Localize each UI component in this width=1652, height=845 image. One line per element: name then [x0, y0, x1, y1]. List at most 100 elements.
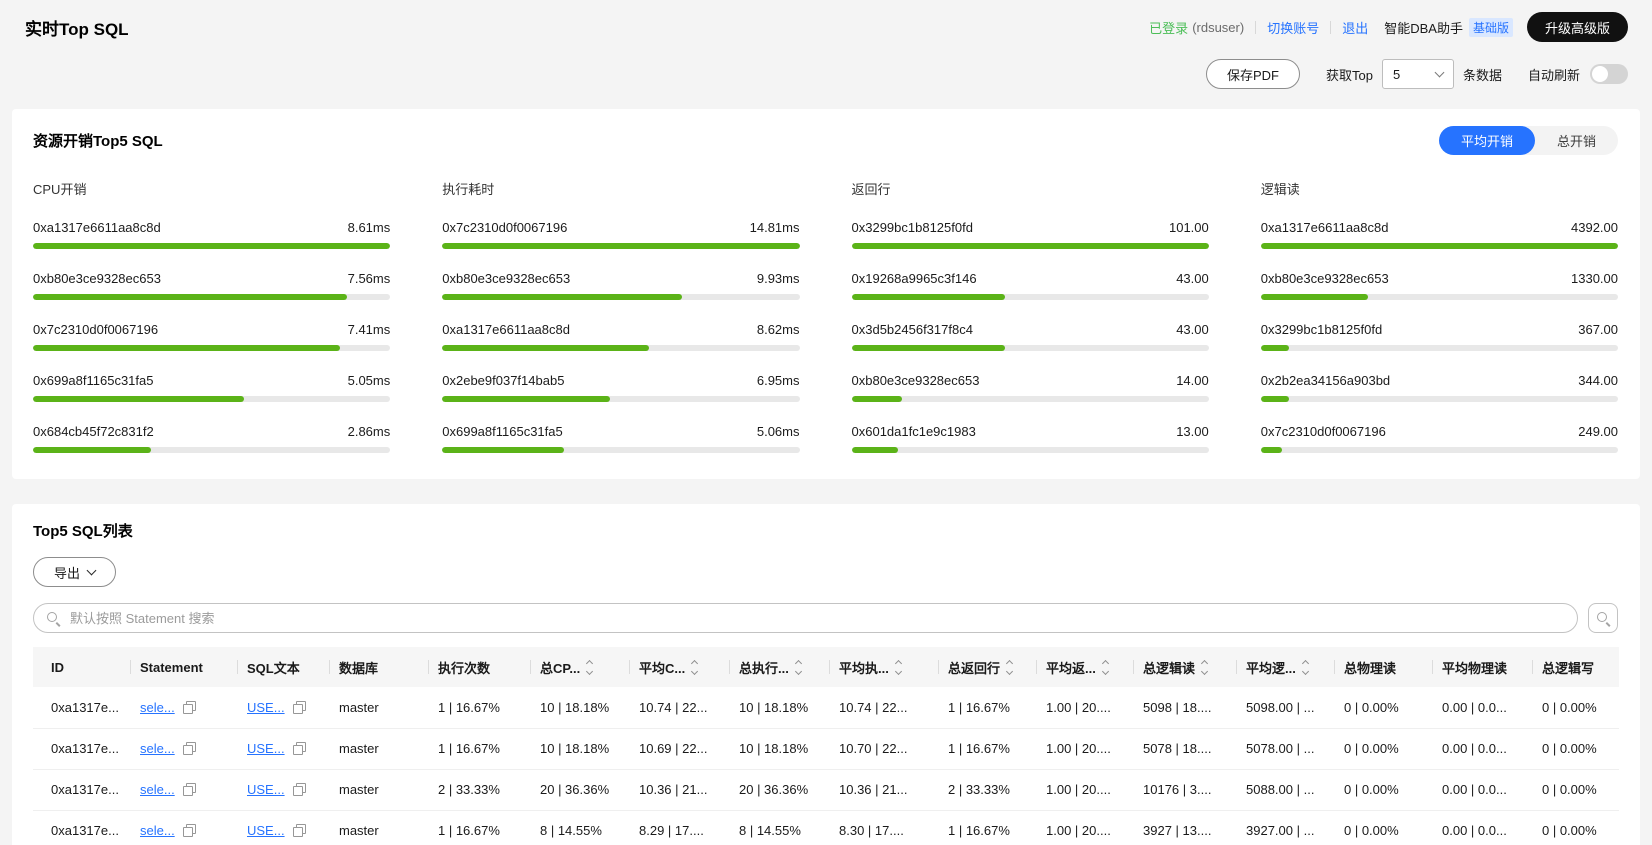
metric-row: 0xb80e3ce9328ec653 1330.00: [1261, 271, 1618, 286]
metric-cell: 1.00 | 20....: [1036, 687, 1133, 729]
metric-cell: 10.70 | 22...: [829, 728, 938, 770]
copy-icon[interactable]: [182, 742, 196, 755]
copy-icon[interactable]: [292, 824, 306, 837]
statement-link[interactable]: sele...: [140, 782, 175, 797]
sql-id: 0x3299bc1b8125f0fd: [851, 220, 973, 235]
sort-icon[interactable]: [1101, 659, 1109, 675]
column-header[interactable]: 总逻辑读: [1133, 647, 1236, 687]
metric-cell: 10.69 | 22...: [629, 728, 729, 770]
assistant-label: 智能DBA助手: [1384, 20, 1463, 36]
column-header: 总逻辑写: [1532, 647, 1619, 687]
copy-icon[interactable]: [182, 824, 196, 837]
metric-cell: 5088.00 | ...: [1236, 769, 1334, 811]
metric-item: 0x7c2310d0f0067196 249.00: [1260, 424, 1618, 453]
metric-item: 0x7c2310d0f0067196 7.41ms: [33, 322, 391, 351]
search-wrap: [33, 603, 1578, 633]
metric-value: 344.00: [1578, 373, 1618, 388]
sort-icon[interactable]: [894, 659, 902, 675]
sort-icon[interactable]: [1301, 659, 1309, 675]
copy-icon[interactable]: [182, 783, 196, 796]
statement-link[interactable]: sele...: [140, 741, 175, 756]
progress-bar: [1260, 396, 1618, 402]
metric-cell: 0 | 0.00%: [1334, 728, 1432, 770]
metric-column-title: CPU开销: [33, 182, 87, 197]
progress-bar: [442, 396, 800, 402]
save-pdf-button[interactable]: 保存PDF: [1205, 59, 1300, 89]
auto-refresh-toggle[interactable]: [1590, 64, 1628, 84]
sort-icon[interactable]: [794, 659, 802, 675]
sql-id: 0xb80e3ce9328ec653: [33, 271, 161, 286]
metric-cell: 3927.00 | ...: [1236, 810, 1334, 845]
sort-icon[interactable]: [1200, 659, 1209, 675]
sql-text-link[interactable]: USE...: [247, 741, 285, 756]
column-header[interactable]: 平均逻...: [1236, 647, 1334, 687]
sql-text-link[interactable]: USE...: [247, 823, 285, 838]
column-header: ID: [33, 647, 130, 687]
sort-icon[interactable]: [586, 659, 594, 675]
progress-bar: [33, 243, 391, 249]
metric-value: 249.00: [1578, 424, 1618, 439]
overview-panel-head: 资源开销Top5 SQL 平均开销 总开销: [33, 125, 1618, 155]
sql-id: 0x3d5b2456f317f8c4: [851, 322, 973, 337]
progress-bar-fill: [1260, 294, 1368, 300]
page-title: 实时Top SQL: [25, 19, 129, 39]
metric-cell: 0 | 0.00%: [1334, 810, 1432, 845]
database-cell: master: [329, 769, 428, 811]
metric-cell: 2 | 33.33%: [428, 769, 530, 811]
metric-cell: 1.00 | 20....: [1036, 769, 1133, 811]
column-header-label: SQL文本: [247, 660, 300, 676]
progress-bar-fill: [1260, 243, 1618, 249]
table-row: 0xa1317e... sele... USE... master 1 | 16.67%…: [33, 810, 1619, 845]
page: 实时Top SQL 已登录 (rdsuser) 切换账号 退出 智能DBA助手 …: [0, 0, 1652, 845]
column-header[interactable]: 平均C...: [629, 647, 729, 687]
total-cost-tab[interactable]: 总开销: [1535, 126, 1618, 155]
copy-icon[interactable]: [292, 783, 306, 796]
column-header[interactable]: 总CP...: [530, 647, 629, 687]
copy-icon[interactable]: [182, 700, 196, 714]
column-header[interactable]: 平均执...: [829, 647, 938, 687]
top-count-value: 5: [1392, 66, 1401, 82]
metric-item: 0x2ebe9f037f14bab5 6.95ms: [442, 373, 800, 402]
sql-id-cell: 0xa1317e...: [33, 810, 130, 845]
search-input[interactable]: [33, 603, 1578, 633]
sort-icon[interactable]: [691, 659, 699, 675]
metric-cell: 10.74 | 22...: [629, 687, 729, 729]
progress-bar-fill: [33, 396, 244, 402]
table-row: 0xa1317e... sele... USE... master 2 | 33.33%…: [33, 769, 1619, 811]
column-header[interactable]: 总返回行: [938, 647, 1036, 687]
metric-row: 0xa1317e6611aa8c8d 8.62ms: [442, 322, 799, 337]
switch-account-link[interactable]: 切换账号: [1267, 18, 1319, 37]
metric-value: 8.62ms: [756, 322, 800, 337]
login-status: 已登录: [1149, 20, 1189, 36]
metric-row: 0x3299bc1b8125f0fd 101.00: [852, 220, 1209, 235]
top-count-select[interactable]: 5: [1381, 59, 1454, 89]
advanced-search-button[interactable]: [1588, 603, 1618, 633]
table-row: 0xa1317e... sele... USE... master 1 | 16.67%…: [33, 687, 1619, 729]
copy-icon[interactable]: [292, 700, 306, 714]
metric-value: 367.00: [1578, 322, 1618, 337]
column-header[interactable]: 总执行...: [729, 647, 829, 687]
copy-icon[interactable]: [292, 742, 306, 755]
column-header-label: 总返回行: [948, 660, 1001, 676]
metric-row: 0xb80e3ce9328ec653 7.56ms: [33, 271, 390, 286]
metric-cell: 3927 | 13....: [1133, 810, 1236, 845]
metric-value: 14.00: [1176, 373, 1209, 388]
progress-bar-fill: [851, 345, 1006, 351]
statement-cell: sele...: [130, 769, 237, 811]
progress-bar-fill: [33, 447, 151, 453]
sql-text-link[interactable]: USE...: [247, 782, 285, 797]
upgrade-button[interactable]: 升级高级版: [1526, 12, 1628, 42]
progress-bar: [442, 447, 800, 453]
export-button[interactable]: 导出: [33, 557, 117, 587]
sort-icon[interactable]: [1005, 659, 1014, 675]
column-header[interactable]: 平均返...: [1036, 647, 1133, 687]
metric-item: 0x601da1fc1e9c1983 13.00: [851, 424, 1209, 453]
sql-text-link[interactable]: USE...: [247, 700, 285, 715]
logout-link[interactable]: 退出: [1342, 18, 1368, 37]
sql-id: 0xa1317e6611aa8c8d: [33, 220, 161, 235]
metric-item: 0x3299bc1b8125f0fd 101.00: [851, 220, 1209, 249]
auto-refresh-label: 自动刷新: [1527, 67, 1580, 83]
statement-link[interactable]: sele...: [140, 823, 175, 838]
statement-link[interactable]: sele...: [140, 700, 175, 715]
avg-cost-tab[interactable]: 平均开销: [1438, 125, 1535, 155]
